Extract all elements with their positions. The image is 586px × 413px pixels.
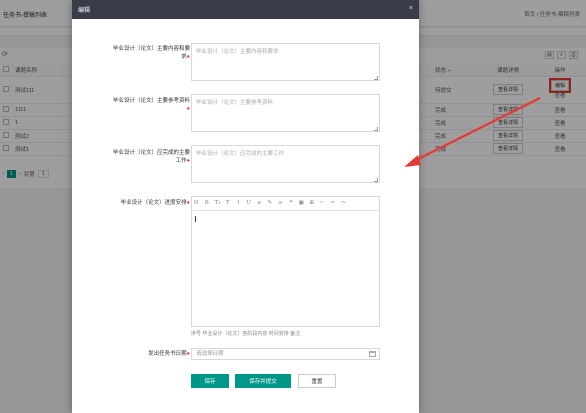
calendar-icon[interactable]	[369, 351, 376, 357]
resize-handle-icon[interactable]	[374, 127, 378, 131]
editor-body[interactable]	[193, 210, 378, 325]
underline-icon[interactable]: U	[244, 200, 255, 206]
content-requirements-field[interactable]: 毕业设计（论文）主要内容和要求	[191, 43, 380, 81]
date-label: 发出任务书日期●	[148, 351, 190, 357]
references-field[interactable]: 毕业设计（论文）主要参考资料	[191, 94, 380, 132]
main-work-label: 毕业设计（论文）应完成的主要工作●	[112, 150, 190, 164]
resize-handle-icon[interactable]	[374, 76, 378, 80]
list-icon[interactable]: ≡	[275, 200, 286, 206]
text-caret	[195, 216, 196, 222]
quote-icon[interactable]: ❝	[286, 200, 297, 206]
redo-icon[interactable]: ↷	[338, 200, 349, 206]
close-icon[interactable]: ×	[409, 5, 413, 12]
font-size-icon[interactable]: Tı	[212, 200, 223, 206]
editor-hint: 序号 毕业设计（论文）各阶段内容 时间安排 备注	[191, 331, 301, 337]
heading-icon[interactable]: H	[191, 200, 202, 206]
required-marker: ●	[186, 106, 190, 112]
editor-toolbar: H B Tı Ŧ I U ⌀ ✎ ≡ ❝ ▣ ⊞ ⌐ ↶ ↷	[191, 198, 386, 208]
date-input[interactable]: 请选择日期	[191, 348, 380, 360]
undo-icon[interactable]: ↶	[328, 200, 339, 206]
resize-handle-icon[interactable]	[374, 178, 378, 182]
link-icon[interactable]: ⌀	[254, 200, 265, 206]
modal-title: 编辑	[78, 8, 91, 14]
references-label: 毕业设计（论文）主要参考资料●	[112, 98, 190, 112]
required-marker: ●	[186, 158, 190, 164]
text-color-icon[interactable]: ✎	[265, 200, 276, 206]
content-requirements-label: 毕业设计（论文）主要内容和要求●	[112, 46, 190, 60]
edit-modal: 编辑 × 毕业设计（论文）主要内容和要求● 毕业设计（论文）主要内容和要求 毕业…	[72, 0, 419, 413]
required-marker: ●	[186, 54, 190, 60]
required-marker: ●	[186, 351, 190, 357]
date-placeholder: 请选择日期	[196, 351, 224, 357]
required-marker: ●	[186, 200, 190, 206]
progress-label: 毕业设计（论文）进度安排●	[120, 200, 190, 206]
save-button[interactable]: 保存	[191, 374, 229, 388]
table-icon[interactable]: ⊞	[307, 200, 318, 206]
reset-button[interactable]: 重置	[298, 374, 336, 388]
main-work-field[interactable]: 毕业设计（论文）应完成的主要工作	[191, 145, 380, 183]
strikethrough-icon[interactable]: Ŧ	[223, 200, 234, 206]
code-icon[interactable]: ⌐	[317, 200, 328, 206]
image-icon[interactable]: ▣	[296, 200, 307, 206]
save-submit-button[interactable]: 保存并提交	[235, 374, 291, 388]
bold-icon[interactable]: B	[202, 200, 213, 206]
italic-icon[interactable]: I	[233, 200, 244, 206]
modal-header: 编辑 ×	[72, 0, 419, 19]
